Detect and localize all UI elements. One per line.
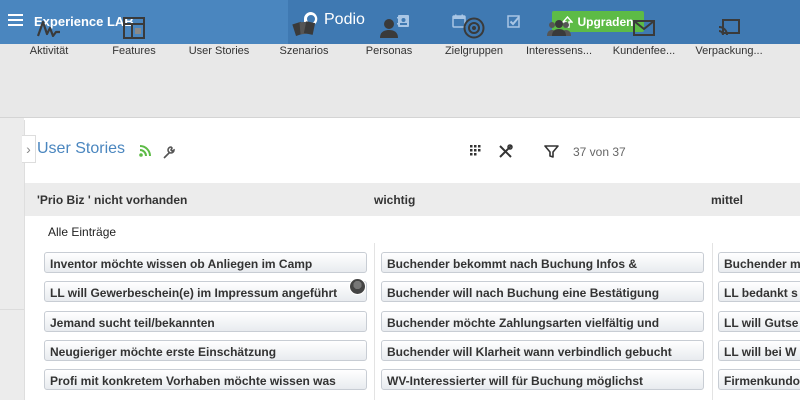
activity-icon (37, 20, 60, 37)
layout-icon (123, 17, 145, 39)
story-card[interactable]: Buchender m (718, 252, 800, 273)
filter-label: Alle Einträge (48, 225, 117, 239)
column-header: wichtig (374, 193, 416, 207)
wave-icon (206, 22, 232, 34)
wrench-icon[interactable] (162, 145, 176, 159)
cast-icon (718, 19, 740, 36)
app-szenarios[interactable]: Szenarios (259, 16, 349, 57)
story-card[interactable]: LL will bei W (718, 340, 800, 361)
app-interessens[interactable]: Interessens... (514, 16, 604, 57)
rss-icon[interactable] (139, 144, 152, 157)
view-title[interactable]: User Stories (37, 140, 125, 158)
target-icon (463, 17, 485, 39)
app-label: Verpackung... (695, 45, 763, 57)
story-card[interactable]: Buchender möchte Zahlungsarten vielfälti… (381, 311, 704, 332)
app-label: Personas (365, 45, 413, 57)
expand-sidebar-chevron-icon[interactable]: › (22, 135, 36, 163)
story-card[interactable]: Profi mit konkretem Vorhaben möchte wiss… (44, 369, 367, 390)
app-label: Interessens... (525, 45, 593, 57)
column-divider (374, 243, 375, 400)
app-label: Zielgruppen (444, 45, 504, 57)
cards-icon (292, 21, 316, 36)
app-label: Features (112, 45, 156, 57)
column-header: 'Prio Biz ' nicht vorhanden (37, 193, 188, 207)
story-card[interactable]: LL bedankt s (718, 281, 800, 302)
tools-icon[interactable] (498, 144, 513, 159)
story-card[interactable]: LL will Gutse (718, 311, 800, 332)
app-label: Szenarios (279, 45, 329, 57)
app-label: Aktivität (29, 45, 69, 57)
person-icon (380, 19, 398, 38)
column-divider (712, 243, 713, 400)
story-card[interactable]: Buchender bekommt nach Buchung Infos & (381, 252, 704, 273)
avatar[interactable] (349, 278, 366, 295)
app-user-stories[interactable]: User Stories (174, 16, 264, 57)
app-features[interactable]: Features (89, 16, 179, 57)
app-personas[interactable]: Personas (344, 16, 434, 57)
app-activity[interactable]: Aktivität (4, 16, 94, 57)
app-verpackung[interactable]: Verpackung... (684, 16, 774, 57)
story-card[interactable]: Jemand sucht teil/bekannten (44, 311, 367, 332)
filter-icon[interactable] (544, 144, 559, 159)
group-icon (547, 20, 571, 36)
story-card[interactable]: Buchender will nach Buchung eine Bestäti… (381, 281, 704, 302)
app-label: User Stories (188, 45, 250, 57)
story-card[interactable]: Buchender will Klarheit wann verbindlich… (381, 340, 704, 361)
story-card[interactable]: Inventor möchte wissen ob Anliegen im Ca… (44, 252, 367, 273)
app-zielgruppen[interactable]: Zielgruppen (429, 16, 519, 57)
column-header: mittel (711, 193, 744, 207)
story-card[interactable]: Neugieriger möchte erste Einschätzung (44, 340, 367, 361)
card-view-icon[interactable] (470, 145, 482, 157)
left-sidebar-strip (0, 118, 24, 400)
app-kundenfeedback[interactable]: Kundenfee... (599, 16, 689, 57)
story-card[interactable]: LL will Gewerbeschein(e) im Impressum an… (44, 281, 367, 302)
item-count: 37 von 37 (573, 145, 626, 159)
app-label: Kundenfee... (612, 45, 676, 57)
mail-icon (633, 20, 655, 36)
story-card[interactable]: Firmenkundo (718, 369, 800, 390)
story-card[interactable]: WV-Interessierter will für Buchung mögli… (381, 369, 704, 390)
